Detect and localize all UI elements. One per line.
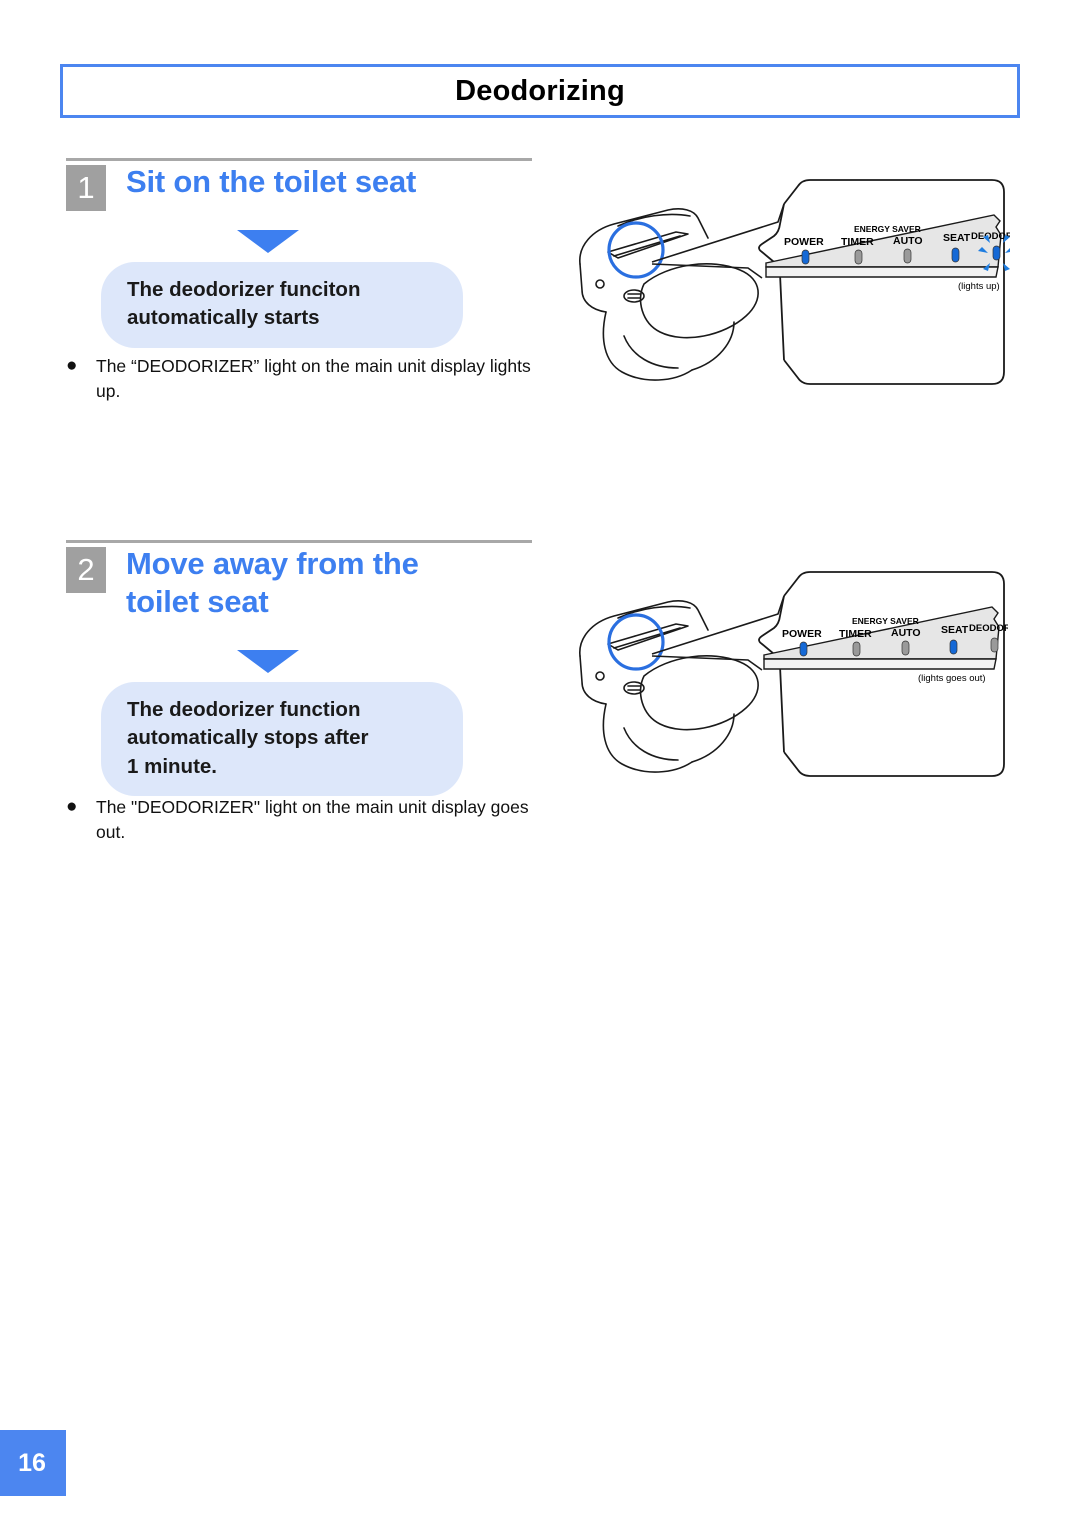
svg-text:POWER: POWER — [784, 236, 824, 248]
svg-text:AUTO: AUTO — [893, 235, 923, 247]
led-auto — [903, 248, 912, 264]
step-2-bullet-note: ● The "DEODORIZER" light on the main uni… — [66, 795, 536, 846]
step-1-bullet-note: ● The “DEODORIZER” light on the main uni… — [66, 354, 536, 405]
step-2-control-panel: ENERGY SAVER POWER TIMER AUTO SEAT DEODO… — [760, 597, 1008, 707]
bullet-icon: ● — [66, 355, 78, 376]
energy-saver-group-label: ENERGY SAVER — [852, 616, 919, 626]
led-deodorizer — [992, 245, 1001, 261]
svg-text:AUTO: AUTO — [891, 627, 921, 639]
page-number-badge: 16 — [0, 1430, 66, 1496]
led-seat — [949, 639, 958, 655]
step-1-number-badge: 1 — [66, 165, 106, 211]
step-2-heading: 2 Move away from the toilet seat — [66, 545, 419, 621]
svg-text:SEAT: SEAT — [941, 624, 969, 636]
led-seat — [951, 247, 960, 263]
step-2-callout: The deodorizer function automatically st… — [101, 682, 463, 796]
step-1-bullet-text: The “DEODORIZER” light on the main unit … — [96, 356, 531, 402]
step-2-bullet-text: The "DEODORIZER" light on the main unit … — [96, 797, 529, 843]
step-1-control-panel: ENERGY SAVER POWER TIMER AUTO SEAT DEODO… — [762, 205, 1010, 315]
page-title: Deodorizing — [455, 74, 625, 107]
svg-text:TIMER: TIMER — [839, 628, 872, 640]
svg-text:SEAT: SEAT — [943, 232, 971, 244]
led-timer — [854, 249, 863, 265]
svg-text:TIMER: TIMER — [841, 236, 874, 248]
bullet-icon: ● — [66, 796, 78, 817]
step-1-panel-caption: (lights up) — [958, 281, 1000, 292]
page-title-banner: Deodorizing — [60, 64, 1020, 118]
step-1-heading: 1 Sit on the toilet seat — [66, 163, 416, 211]
step-2-panel-caption: (lights goes out) — [918, 673, 986, 684]
led-deodorizer — [990, 637, 999, 653]
step-2-title: Move away from the toilet seat — [126, 546, 419, 619]
svg-text:POWER: POWER — [782, 628, 822, 640]
step-1-callout: The deodorizer funciton automatically st… — [101, 262, 463, 348]
svg-text:DEODORIZER: DEODORIZER — [969, 623, 1008, 634]
step-2-divider — [66, 540, 532, 543]
step-1-flow-arrow-icon — [237, 230, 299, 253]
step-2-number-badge: 2 — [66, 547, 106, 593]
step-1-divider — [66, 158, 532, 161]
energy-saver-group-label: ENERGY SAVER — [854, 224, 921, 234]
led-auto — [901, 640, 910, 656]
led-power — [801, 249, 810, 265]
step-2-flow-arrow-icon — [237, 650, 299, 673]
led-power — [799, 641, 808, 657]
step-1-title: Sit on the toilet seat — [126, 164, 417, 199]
led-timer — [852, 641, 861, 657]
